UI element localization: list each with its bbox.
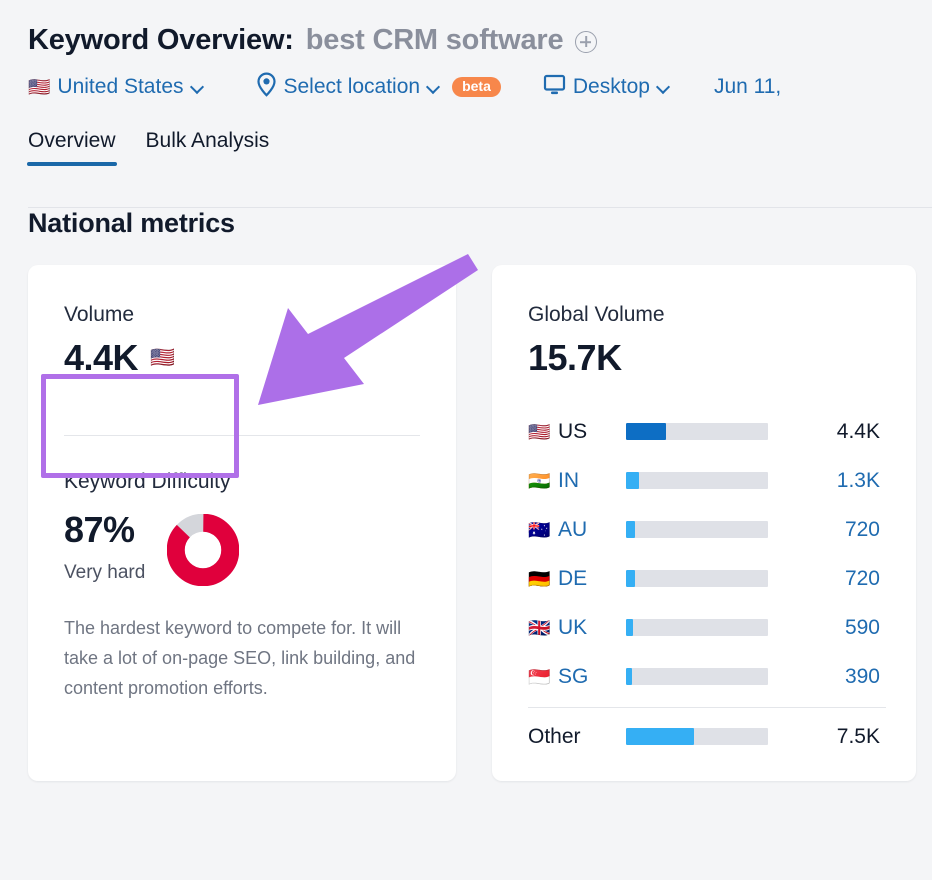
chevron-down-icon <box>427 81 440 94</box>
country-code: IN <box>558 469 626 493</box>
country-flag-icon: 🇦🇺 <box>528 521 558 539</box>
country-volume-value: 590 <box>768 616 886 640</box>
tab-bulk-analysis-label: Bulk Analysis <box>146 129 270 152</box>
country-row[interactable]: 🇩🇪DE 720 <box>528 554 886 603</box>
country-volume-bar-fill <box>626 472 639 489</box>
filter-bar: 🇺🇸 United States Select location beta <box>28 64 932 110</box>
page-title-label: Keyword Overview: <box>28 24 294 57</box>
country-row[interactable]: 🇺🇸US 4.4K <box>528 407 886 456</box>
country-volume-bar-fill <box>626 521 635 538</box>
country-volume-bar-track <box>626 423 768 440</box>
country-row[interactable]: 🇮🇳IN 1.3K <box>528 456 886 505</box>
keyword-difficulty-value: 87% <box>64 512 145 548</box>
country-volume-value: 720 <box>768 518 886 542</box>
us-flag-icon: 🇺🇸 <box>28 78 50 96</box>
country-volume-bar-track <box>626 619 768 636</box>
global-volume-card: Global Volume 15.7K 🇺🇸US 4.4K 🇮🇳IN 1.3K 🇦🇺AU… <box>492 265 916 781</box>
country-volume-bar-fill <box>626 619 633 636</box>
country-flag-icon: 🇮🇳 <box>528 472 558 490</box>
global-volume-metric: Global Volume 15.7K <box>528 303 665 379</box>
tab-bulk-analysis[interactable]: Bulk Analysis <box>146 129 270 166</box>
tab-overview[interactable]: Overview <box>28 129 116 166</box>
volume-value-row: 4.4K 🇺🇸 <box>64 337 175 379</box>
country-volume-bar-track <box>626 728 768 745</box>
volume-label: Volume <box>64 303 175 327</box>
country-code: DE <box>558 567 626 591</box>
country-volume-list: 🇺🇸US 4.4K 🇮🇳IN 1.3K 🇦🇺AU 720 🇩🇪DE 720 🇬🇧UK 590 🇸🇬S… <box>528 407 886 761</box>
country-flag-icon: 🇬🇧 <box>528 619 558 637</box>
keyword-value: best CRM software <box>306 24 564 57</box>
country-list-divider <box>528 707 886 708</box>
country-volume-bar-track <box>626 472 768 489</box>
page-header: Keyword Overview: best CRM software 🇺🇸 U… <box>0 0 932 110</box>
card-divider <box>64 435 420 436</box>
country-volume-bar-fill <box>626 728 694 745</box>
country-volume-bar-track <box>626 521 768 538</box>
date-label: Jun 11, <box>714 75 781 99</box>
plus-circle-icon[interactable] <box>575 31 597 53</box>
country-volume-bar-track <box>626 570 768 587</box>
chevron-down-icon <box>191 81 204 94</box>
volume-metric: Volume 4.4K 🇺🇸 <box>64 303 175 379</box>
section-title: National metrics <box>0 166 932 239</box>
desktop-icon <box>543 74 566 101</box>
keyword-difficulty-row: 87% Very hard <box>64 512 239 586</box>
keyword-difficulty-metric: Keyword Difficulty 87% Very hard <box>64 470 239 586</box>
device-selector-label: Desktop <box>573 75 650 99</box>
keyword-difficulty-word: Very hard <box>64 562 145 584</box>
page-title: Keyword Overview: best CRM software <box>28 18 932 62</box>
country-code: US <box>558 420 626 444</box>
country-flag-icon: 🇩🇪 <box>528 570 558 588</box>
chevron-down-icon <box>657 81 670 94</box>
location-selector-label: Select location <box>284 75 421 99</box>
location-selector[interactable]: Select location <box>256 72 441 102</box>
country-row-other: Other 7.5K <box>528 712 886 761</box>
country-code: Other <box>528 725 626 749</box>
country-selector[interactable]: 🇺🇸 United States <box>28 75 204 99</box>
country-volume-bar-fill <box>626 570 635 587</box>
keyword-difficulty-description: The hardest keyword to compete for. It w… <box>64 613 426 703</box>
country-volume-bar-fill <box>626 423 666 440</box>
country-volume-value: 720 <box>768 567 886 591</box>
country-volume-value: 4.4K <box>768 420 886 444</box>
country-volume-value: 390 <box>768 665 886 689</box>
us-flag-icon: 🇺🇸 <box>150 348 175 368</box>
country-row[interactable]: 🇸🇬SG 390 <box>528 652 886 701</box>
keyword-difficulty-values: 87% Very hard <box>64 512 145 584</box>
country-row[interactable]: 🇬🇧UK 590 <box>528 603 886 652</box>
country-row[interactable]: 🇦🇺AU 720 <box>528 505 886 554</box>
country-volume-bar-fill <box>626 668 632 685</box>
map-pin-icon <box>256 72 277 102</box>
country-flag-icon: 🇸🇬 <box>528 668 558 686</box>
volume-value: 4.4K <box>64 337 138 379</box>
beta-badge: beta <box>452 77 501 97</box>
tab-bar: Overview Bulk Analysis <box>0 110 932 166</box>
tab-divider <box>28 207 932 208</box>
volume-card: Volume 4.4K 🇺🇸 Keyword Difficulty 87% Ve… <box>28 265 456 781</box>
country-code: UK <box>558 616 626 640</box>
keyword-difficulty-label: Keyword Difficulty <box>64 470 239 494</box>
device-selector[interactable]: Desktop <box>543 74 670 101</box>
keyword-difficulty-donut-chart <box>167 514 239 586</box>
country-volume-value: 1.3K <box>768 469 886 493</box>
country-volume-value: 7.5K <box>768 725 886 749</box>
country-code: SG <box>558 665 626 689</box>
keyword-overview-page: Keyword Overview: best CRM software 🇺🇸 U… <box>0 0 932 880</box>
country-volume-bar-track <box>626 668 768 685</box>
country-code: AU <box>558 518 626 542</box>
tab-overview-label: Overview <box>28 129 116 152</box>
global-volume-label: Global Volume <box>528 303 665 327</box>
country-selector-label: United States <box>57 75 183 99</box>
global-volume-value: 15.7K <box>528 337 665 379</box>
metrics-cards: Volume 4.4K 🇺🇸 Keyword Difficulty 87% Ve… <box>0 239 932 781</box>
country-flag-icon: 🇺🇸 <box>528 423 558 441</box>
